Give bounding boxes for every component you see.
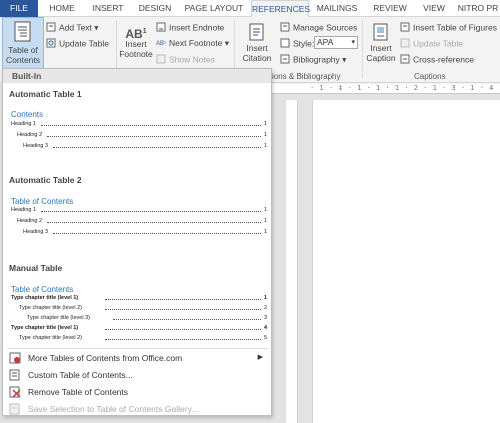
tab-page-layout[interactable]: PAGE LAYOUT [180,0,248,17]
save-to-gallery-icon [9,403,20,415]
group-label-citations: ions & Bibliography [272,72,341,81]
insert-footnote-button[interactable]: AB1 Insert Footnote [118,27,154,59]
style-dropdown[interactable]: APA ▾ [314,36,358,49]
gallery-header: Built-In [3,69,271,83]
toc-preview-entry: Type chapter title (level 1) 4 [11,325,267,331]
tab-file[interactable]: FILE [0,0,38,17]
tab-home[interactable]: HOME [42,0,82,17]
chevron-down-icon: ▾ [351,39,355,46]
toc-preview-entry: Heading 21 [17,218,267,224]
remove-toc-icon [9,386,21,398]
group-label-captions: Captions [414,72,446,81]
bibliography-button[interactable]: Bibliography ▾ [280,54,346,66]
update-table-icon [46,38,56,50]
insert-caption-icon [373,23,388,41]
section-title: Manual Table [9,263,63,273]
custom-toc-icon [9,369,20,381]
more-tables-of-contents-item[interactable]: More Tables of Contents from Office.com … [3,350,271,366]
toc-label-line1: Table of [8,45,38,55]
footnote-icon: AB1 [125,27,147,41]
tab-insert[interactable]: INSERT [86,0,130,17]
toc-preview-title: Table of Contents [11,197,74,206]
manual-table-option[interactable]: Manual Table Table of Contents Type chap… [3,255,271,345]
office-com-icon [9,352,21,364]
section-title: Automatic Table 2 [9,175,82,185]
insert-endnote-icon [156,22,166,34]
save-selection-to-gallery-item[interactable]: Save Selection to Table of Contents Gall… [3,401,271,417]
toc-preview-entry: Heading 31 [23,229,267,235]
manage-sources-button[interactable]: Manage Sources [280,22,357,34]
add-text-icon [46,22,56,34]
tab-view[interactable]: VIEW [418,0,450,17]
next-footnote-button[interactable]: AB¹ Next Footnote ▾ [156,38,229,49]
remove-table-of-contents-item[interactable]: Remove Table of Contents [3,384,271,400]
update-table-figures-button[interactable]: Update Table [400,38,463,50]
insert-citation-icon [249,23,264,41]
toc-preview-entry: Heading 11 [11,207,267,213]
tab-design[interactable]: DESIGN [134,0,176,17]
submenu-arrow-icon: ▶ [257,354,263,361]
style-icon [280,38,290,50]
vertical-ruler [286,100,298,423]
manage-sources-icon [280,22,290,34]
tab-review[interactable]: REVIEW [370,0,410,17]
update-table-button[interactable]: Update Table [46,38,109,50]
bibliography-icon [280,54,290,66]
insert-citation-button[interactable]: Insert Citation [238,23,276,63]
toc-preview-title: Table of Contents [11,285,74,294]
tab-nitro-pro[interactable]: NITRO PR [456,0,500,17]
table-of-contents-icon [14,21,31,42]
style-selector: Style: [280,38,314,50]
toc-preview-entry: Type chapter title (level 1) 1 [11,295,267,301]
table-of-figures-icon [400,22,410,34]
section-title: Automatic Table 1 [9,89,82,99]
ribbon-separator [362,20,363,78]
toc-preview-entry: Heading 11 [11,121,267,127]
menu-divider [7,348,269,349]
tab-references[interactable]: REFERENCES [251,0,310,18]
add-text-button[interactable]: Add Text ▾ [46,22,99,34]
automatic-table-1-option[interactable]: Automatic Table 1 Contents Heading 11 He… [3,83,271,167]
document-page[interactable] [312,100,500,423]
toc-label-line2: Contents [5,55,41,65]
table-of-contents-button[interactable]: Table of Contents [2,17,44,69]
horizontal-ruler: · 1 · ‡ · 1 · 1 · 1 · 2 · 1 · 3 · 1 · 4 [272,84,500,94]
cross-reference-button[interactable]: Cross-reference [400,54,474,66]
toc-preview-entry: Type chapter title (level 2) 5 [19,335,267,341]
insert-table-of-figures-button[interactable]: Insert Table of Figures [400,22,497,34]
insert-endnote-button[interactable]: Insert Endnote [156,22,224,34]
next-footnote-icon: AB¹ [156,40,167,47]
tab-mailings[interactable]: MAILINGS [312,0,362,17]
show-notes-icon [156,54,166,66]
ribbon-tab-bar: FILE HOME INSERT DESIGN PAGE LAYOUT REFE… [0,0,500,18]
cross-reference-icon [400,54,410,66]
automatic-table-2-option[interactable]: Automatic Table 2 Table of Contents Head… [3,169,271,251]
toc-preview-entry: Type chapter title (level 2) 2 [19,305,267,311]
toc-preview-entry: Type chapter title (level 3) 3 [27,315,267,321]
table-of-contents-gallery: Built-In Automatic Table 1 Contents Head… [2,68,272,416]
insert-caption-button[interactable]: Insert Caption [364,23,398,63]
toc-preview-entry: Heading 21 [17,132,267,138]
show-notes-button[interactable]: Show Notes [156,54,215,66]
custom-table-of-contents-item[interactable]: Custom Table of Contents... [3,367,271,383]
toc-preview-title: Contents [11,110,44,119]
toc-preview-entry: Heading 31 [23,143,267,149]
update-table-icon [400,38,410,50]
